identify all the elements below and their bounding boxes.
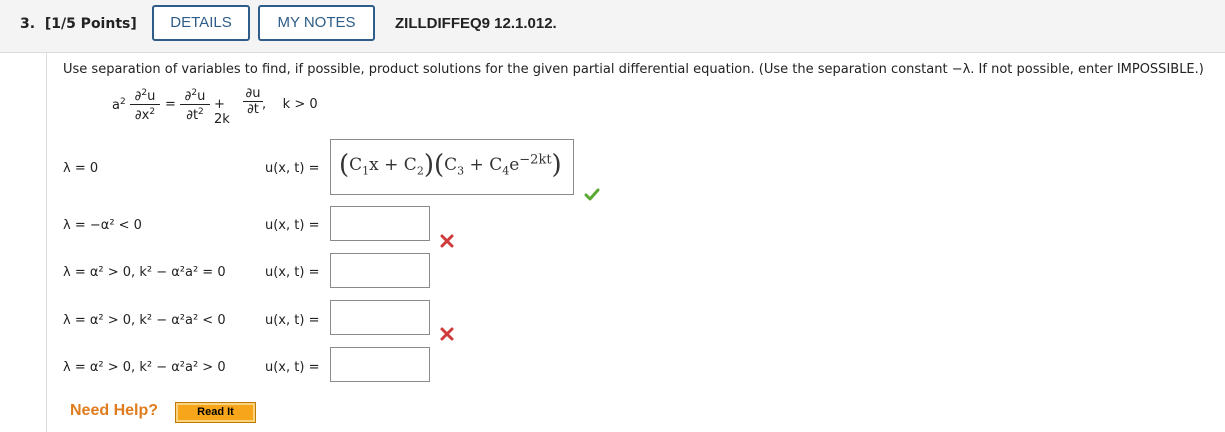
case-u-label: u(x, t) = [265,265,320,280]
content-divider [46,53,47,432]
answer-input-case-1[interactable]: (C1x + C2)(C3 + C4e−2kt) [330,139,574,195]
pde-rhs1-fraction: ∂2u ∂t2 [180,86,210,123]
case-u-label: u(x, t) = [265,218,320,233]
pde-coef: a2 [112,97,126,113]
pde-lhs-fraction: ∂2u ∂x2 [130,86,160,123]
points-label: [1/5 Points] [44,16,137,32]
answer-input-case-5[interactable] [330,347,430,382]
read-it-button[interactable]: Read It [175,402,256,423]
pde-equals: = [165,97,176,112]
answer-input-case-4[interactable] [330,300,430,335]
case-lambda-label: λ = 0 [63,161,99,176]
x-icon [440,327,454,341]
answer-input-case-3[interactable] [330,253,430,288]
answer-input-case-2[interactable] [330,206,430,241]
case-lambda-label: λ = α² > 0, k² − α²a² = 0 [63,265,226,280]
question-instruction: Use separation of variables to find, if … [63,62,1204,77]
details-button[interactable]: DETAILS [152,5,250,41]
question-number: 3. [1/5 Points] [20,16,137,32]
case-u-label: u(x, t) = [265,161,320,176]
check-icon [584,188,600,201]
need-help-label: Need Help? [70,402,159,419]
question-header: 3. [1/5 Points] DETAILS MY NOTES ZILLDIF… [0,0,1225,53]
pde-plus-2k: + 2k [214,97,230,127]
my-notes-button[interactable]: MY NOTES [258,5,375,41]
pde-condition: , k > 0 [262,97,318,112]
case-u-label: u(x, t) = [265,313,320,328]
case-u-label: u(x, t) = [265,360,320,375]
pde-rhs2-fraction: ∂u ∂t [243,86,263,117]
case-lambda-label: λ = α² > 0, k² − α²a² > 0 [63,360,226,375]
question-id: ZILLDIFFEQ9 12.1.012. [395,15,557,32]
answer-value: (C1x + C2)(C3 + C4e−2kt) [339,150,562,180]
x-icon [440,234,454,248]
case-lambda-label: λ = α² > 0, k² − α²a² < 0 [63,313,226,328]
case-lambda-label: λ = −α² < 0 [63,218,142,233]
